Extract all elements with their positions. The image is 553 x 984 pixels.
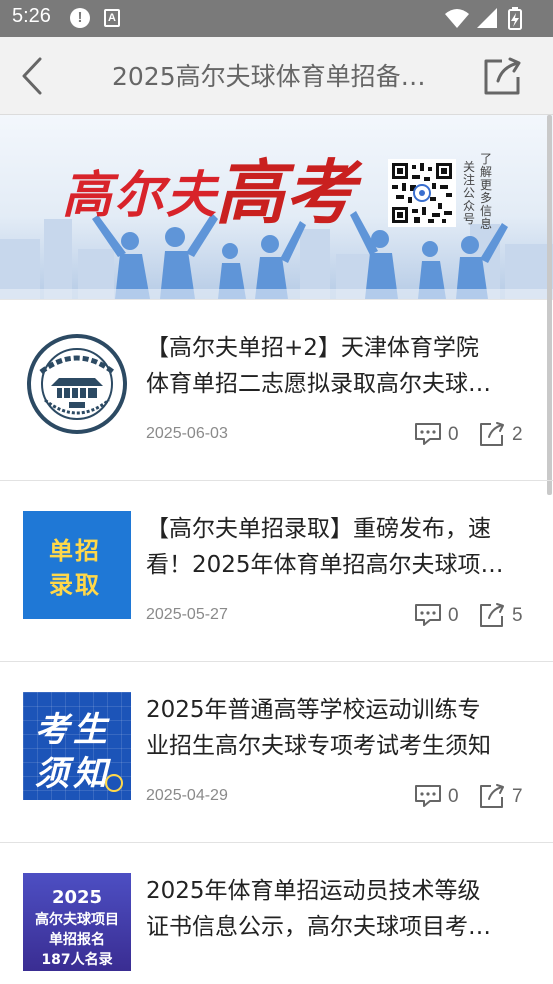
qr-code-graphic [392, 163, 452, 223]
share-count-value: 7 [512, 786, 523, 807]
article-title-line2: 证书信息公示，高尔夫球项目考… [146, 914, 491, 940]
share-button[interactable] [480, 55, 524, 97]
status-icons [445, 7, 522, 30]
article-title-line1: 2025年普通高等学校运动训练专 [146, 697, 481, 723]
comment-icon [415, 604, 441, 626]
article-title-line2: 体育单招二志愿拟录取高尔夫球… [146, 371, 491, 397]
notice-thumbnail: 考生 须知 [23, 692, 131, 800]
list-item[interactable]: 单招 录取 【高尔夫单招录取】重磅发布，速 看！2025年体育单招高尔夫球项… … [0, 481, 553, 662]
status-bar: 5:26 ! A [0, 0, 553, 37]
thumbnail-text-line1: 单招 [49, 537, 101, 565]
app-header: 2025高尔夫球体育单招备… [0, 37, 553, 115]
thumbnail-text-line2: 须知 [35, 754, 111, 794]
thumbnail-text-line2: 高尔夫球项目 [35, 912, 119, 928]
article-title-line1: 【高尔夫单招+2】天津体育学院 [146, 335, 479, 361]
comment-count-value: 0 [448, 424, 459, 445]
share-icon [480, 603, 504, 627]
font-a-icon: A [104, 9, 120, 27]
qr-caption-more-info: 了解更多信息 [480, 152, 493, 231]
thumbnail-text-line3: 单招报名 [49, 932, 105, 948]
article-title-line2: 看！2025年体育单招高尔夫球项… [146, 552, 504, 578]
share-icon [480, 422, 504, 446]
banner-title-golf: 高尔夫 [62, 165, 218, 224]
comment-count-value: 0 [448, 605, 459, 626]
list-item[interactable]: 考生 须知 2025年普通高等学校运动训练专 业招生高尔夫球专项考试考生须知 2… [0, 662, 553, 843]
alert-icon: ! [70, 8, 90, 28]
share-count-value: 5 [512, 605, 523, 626]
comment-icon [415, 785, 441, 807]
decorative-circle [105, 774, 123, 792]
roster-thumbnail: 2025 高尔夫球项目 单招报名 187人名录 [23, 873, 131, 971]
comment-count-value: 0 [448, 786, 459, 807]
thumbnail-text-line2: 录取 [49, 571, 101, 599]
share-icon [480, 784, 504, 808]
qr-code [388, 159, 456, 227]
article-title[interactable]: 【高尔夫单招+2】天津体育学院 体育单招二志愿拟录取高尔夫球… [146, 330, 541, 402]
chevron-left-icon [22, 57, 42, 95]
wifi-icon [445, 9, 469, 28]
banner-title-exam: 高考 [215, 151, 355, 234]
thumbnail-text-line4: 187人名录 [41, 952, 113, 968]
share-icon [484, 57, 521, 95]
status-time: 5:26 [12, 5, 51, 27]
article-title[interactable]: 【高尔夫单招录取】重磅发布，速 看！2025年体育单招高尔夫球项… [146, 511, 541, 583]
article-date: 2025-04-29 [146, 787, 228, 804]
back-button[interactable] [14, 55, 54, 97]
share-count-value: 2 [512, 424, 523, 445]
article-date: 2025-05-27 [146, 606, 228, 623]
article-date: 2025-06-03 [146, 425, 228, 442]
article-title-line1: 【高尔夫单招录取】重磅发布，速 [146, 516, 491, 542]
page-title: 2025高尔夫球体育单招备… [112, 62, 426, 91]
article-title[interactable]: 2025年体育单招运动员技术等级 证书信息公示，高尔夫球项目考… [146, 873, 541, 945]
university-seal-thumbnail [23, 330, 131, 438]
signal-icon [477, 8, 497, 28]
thumbnail-text-line1: 2025 [51, 887, 103, 908]
promo-banner[interactable]: 高尔夫 高考 关注公众号 了解更多信息 [0, 115, 553, 300]
list-item[interactable]: 【高尔夫单招+2】天津体育学院 体育单招二志愿拟录取高尔夫球… 2025-06-… [0, 300, 553, 481]
battery-icon [508, 7, 522, 30]
article-title-line2: 业招生高尔夫球专项考试考生须知 [146, 733, 491, 759]
qr-caption-follow: 关注公众号 [463, 160, 476, 226]
article-title-line1: 2025年体育单招运动员技术等级 [146, 878, 481, 904]
thumbnail-text-line1: 考生 [35, 710, 111, 750]
list-item[interactable]: 2025 高尔夫球项目 单招报名 187人名录 2025年体育单招运动员技术等级… [0, 843, 553, 984]
article-title[interactable]: 2025年普通高等学校运动训练专 业招生高尔夫球专项考试考生须知 [146, 692, 541, 764]
university-seal-icon [27, 334, 127, 434]
comment-icon [415, 423, 441, 445]
admission-thumbnail: 单招 录取 [23, 511, 131, 619]
